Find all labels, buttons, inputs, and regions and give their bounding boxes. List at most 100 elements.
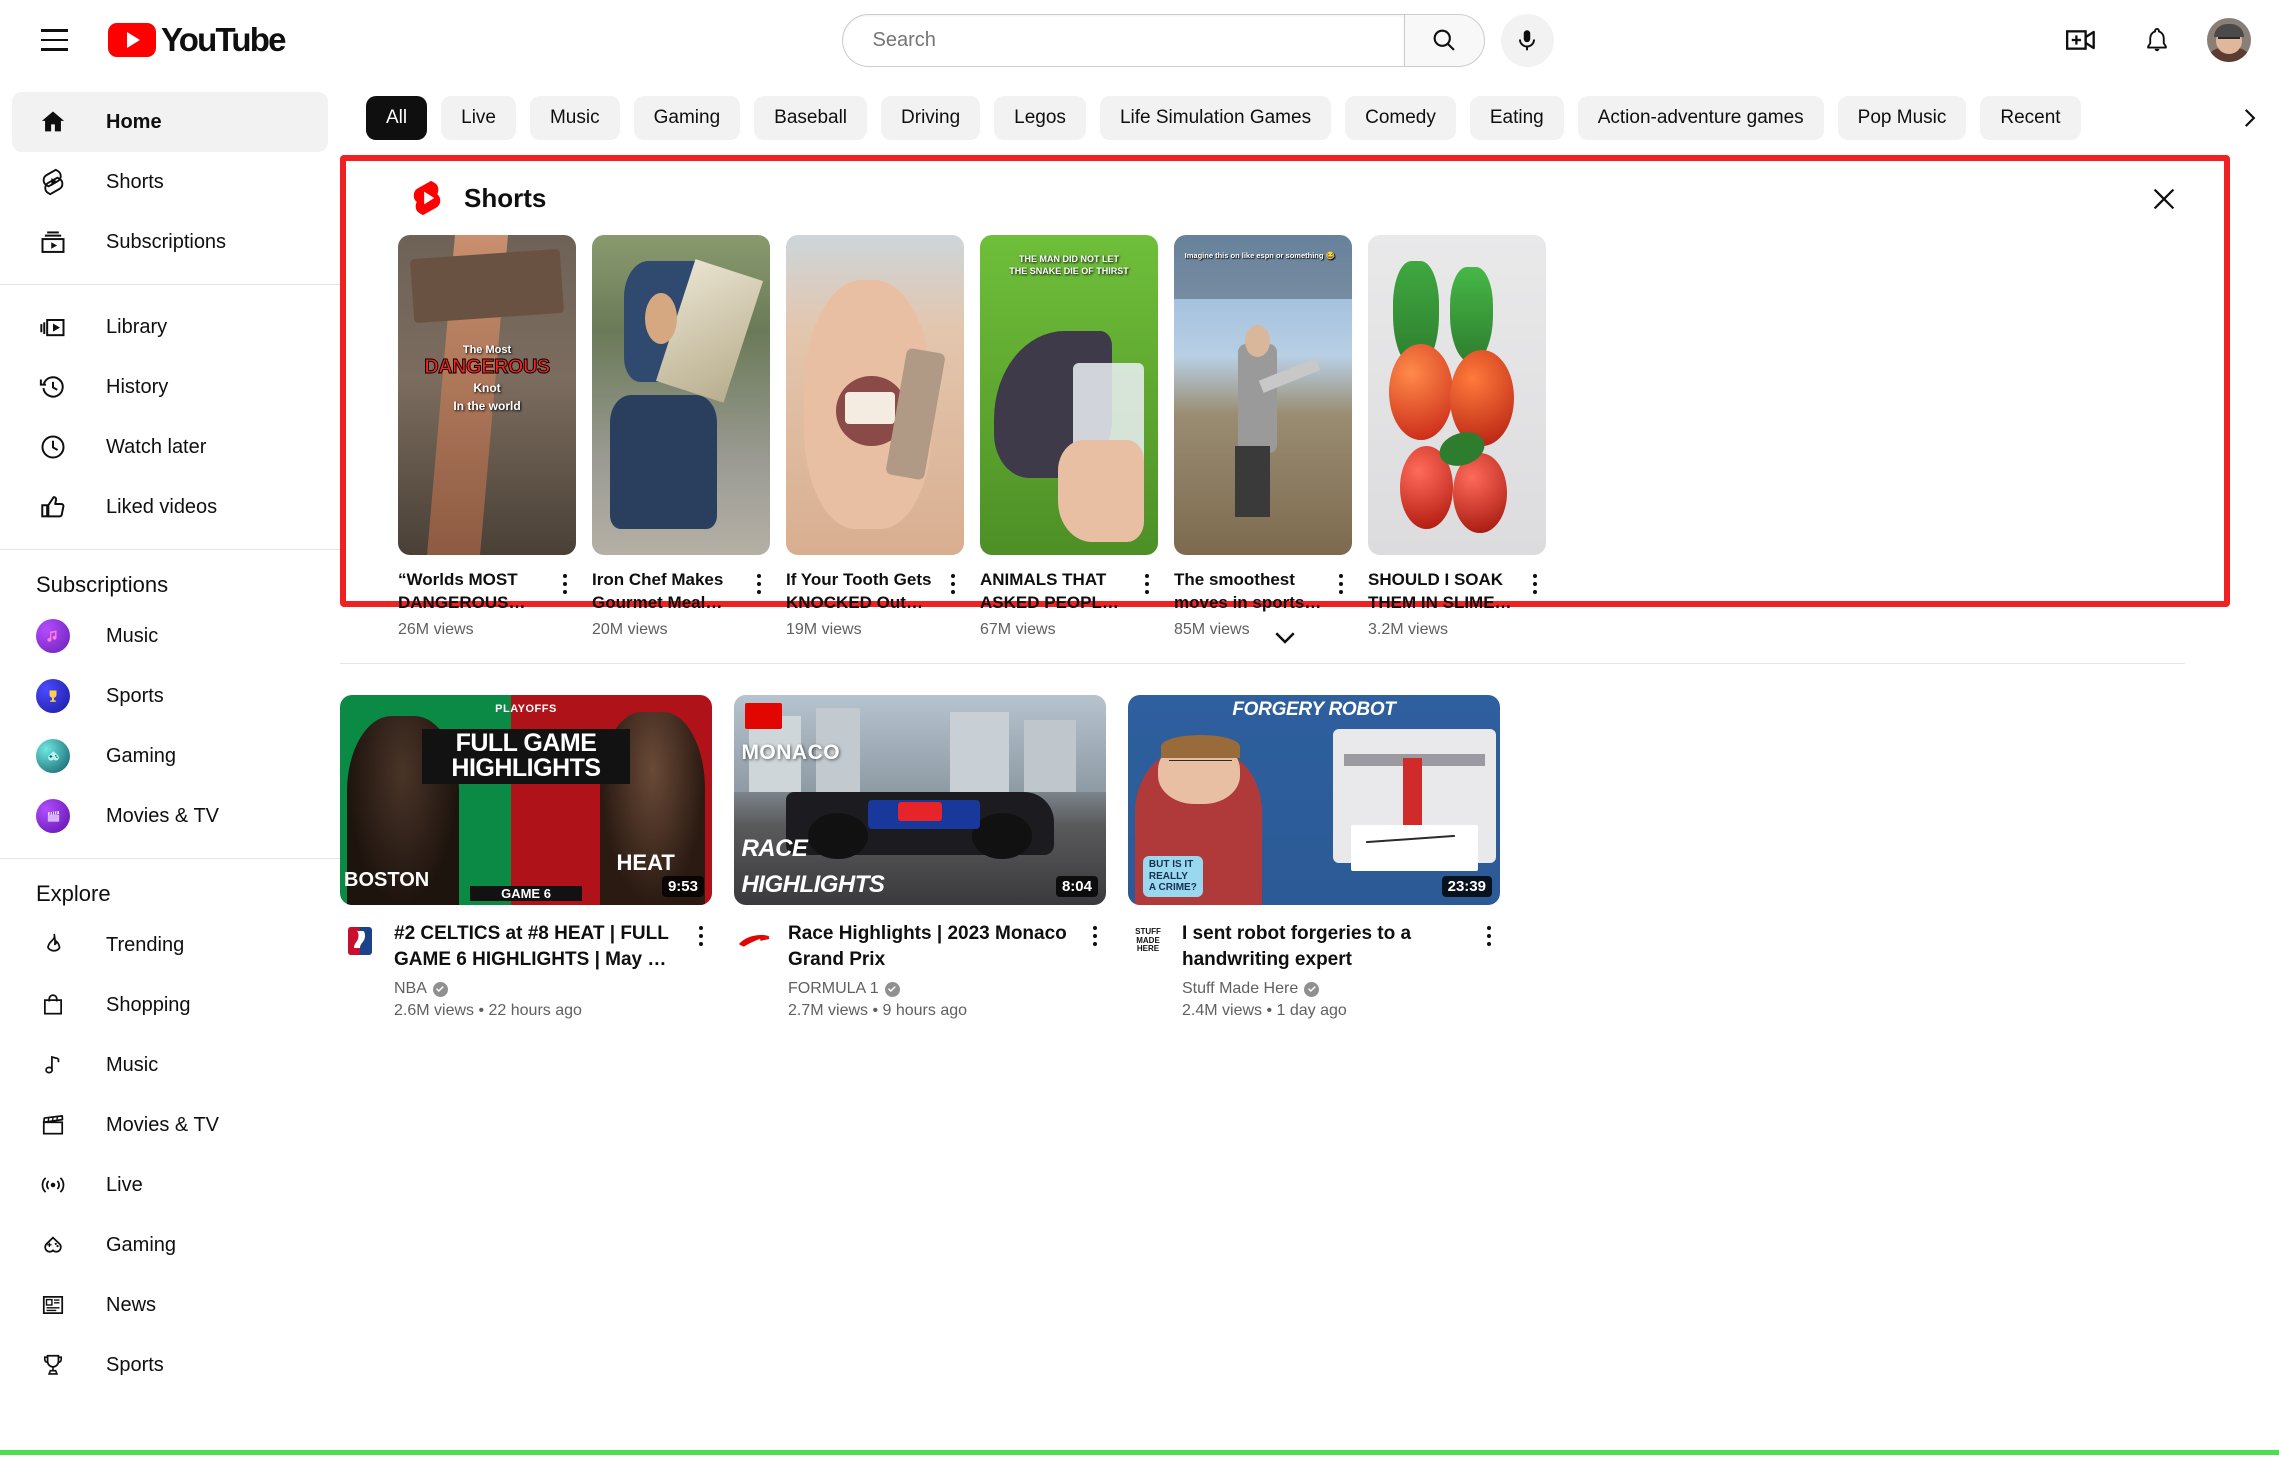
chip-pop-music[interactable]: Pop Music <box>1838 96 1967 140</box>
chip-driving[interactable]: Driving <box>881 96 980 140</box>
sidebar-primary-group: Home Shorts Subscriptions <box>0 92 340 272</box>
trophy-icon <box>36 679 70 713</box>
topbar-center-group <box>340 14 2055 67</box>
chip-all[interactable]: All <box>366 96 427 140</box>
search-button[interactable] <box>1404 14 1485 67</box>
video-menu-icon[interactable] <box>1478 921 1500 1020</box>
verified-badge-icon <box>885 982 900 997</box>
sidebar-item-movies-tv[interactable]: Movies & TV <box>12 1095 328 1155</box>
sidebar-item-shopping[interactable]: Shopping <box>12 975 328 1035</box>
short-card[interactable]: THE MAN DID NOT LET THE SNAKE DIE OF THI… <box>980 235 1158 639</box>
search-input[interactable] <box>873 29 1404 52</box>
sidebar-item-music[interactable]: Music <box>12 1035 328 1095</box>
video-thumbnail[interactable]: PLAYOFFS FULL GAME HIGHLIGHTS BOSTON HEA… <box>340 695 712 905</box>
short-title: If Your Tooth Gets KNOCKED Out Use… <box>786 569 934 615</box>
sidebar-item-watch-later[interactable]: Watch later <box>12 417 328 477</box>
newspaper-icon <box>36 1288 70 1322</box>
video-menu-icon[interactable] <box>1084 921 1106 1020</box>
video-title[interactable]: #2 CELTICS at #8 HEAT | FULL GAME 6 HIGH… <box>394 921 676 972</box>
sidebar-item-trending[interactable]: Trending <box>12 915 328 975</box>
close-icon[interactable] <box>2140 175 2188 223</box>
youtube-logo[interactable]: YouTube <box>108 21 285 59</box>
short-card[interactable]: Imagine this on like espn or something 😂… <box>1174 235 1352 639</box>
short-thumbnail[interactable]: Imagine this on like espn or something 😂 <box>1174 235 1352 555</box>
account-avatar[interactable] <box>2207 18 2251 62</box>
sidebar-label: Trending <box>106 934 184 957</box>
page-bottom-highlight <box>0 1450 2279 1455</box>
sidebar-item-sub-sports[interactable]: Sports <box>12 666 328 726</box>
video-grid: PLAYOFFS FULL GAME HIGHLIGHTS BOSTON HEA… <box>340 695 2230 1020</box>
sidebar-item-sub-gaming[interactable]: Gaming <box>12 726 328 786</box>
sidebar-item-subscriptions[interactable]: Subscriptions <box>12 212 328 272</box>
short-title: The smoothest moves in sports… <box>1174 569 1322 615</box>
sidebar-label: Music <box>106 625 158 648</box>
video-channel[interactable]: FORMULA 1 <box>788 972 1070 998</box>
trophy-icon <box>36 1348 70 1382</box>
sidebar-item-shorts[interactable]: Shorts <box>12 152 328 212</box>
short-thumbnail[interactable] <box>592 235 770 555</box>
video-card[interactable]: FORGERY ROBOT BUT IS IT REALLY A CRIME? … <box>1128 695 1500 1020</box>
chip-life-simulation-games[interactable]: Life Simulation Games <box>1100 96 1331 140</box>
video-stats: 2.7M views • 9 hours ago <box>788 998 1070 1020</box>
short-card[interactable]: Iron Chef Makes Gourmet Meal In… 20M vie… <box>592 235 770 639</box>
chip-action-adventure-games[interactable]: Action-adventure games <box>1578 96 1824 140</box>
chip-live[interactable]: Live <box>441 96 516 140</box>
notifications-button[interactable] <box>2131 14 2183 66</box>
chips-next-button[interactable] <box>2227 96 2271 140</box>
sidebar-item-home[interactable]: Home <box>12 92 328 152</box>
channel-avatar[interactable] <box>340 921 380 961</box>
sidebar-item-library[interactable]: Library <box>12 297 328 357</box>
chip-gaming[interactable]: Gaming <box>634 96 741 140</box>
video-title[interactable]: I sent robot forgeries to a handwriting … <box>1182 921 1464 972</box>
sidebar-item-gaming[interactable]: Gaming <box>12 1215 328 1275</box>
home-icon <box>36 105 70 139</box>
bell-icon <box>2143 26 2171 54</box>
short-card[interactable]: If Your Tooth Gets KNOCKED Out Use… 19M … <box>786 235 964 639</box>
youtube-play-icon <box>108 23 156 57</box>
microphone-icon <box>1514 27 1540 53</box>
short-thumbnail[interactable]: The Most DANGEROUS Knot In the world <box>398 235 576 555</box>
thumb-text: FORGERY ROBOT <box>1135 699 1492 721</box>
short-card[interactable]: The Most DANGEROUS Knot In the world “Wo… <box>398 235 576 639</box>
video-channel[interactable]: Stuff Made Here <box>1182 972 1464 998</box>
chip-recent[interactable]: Recent <box>1980 96 2080 140</box>
chip-legos[interactable]: Legos <box>994 96 1086 140</box>
chip-music[interactable]: Music <box>530 96 620 140</box>
video-menu-icon[interactable] <box>690 921 712 1020</box>
voice-search-button[interactable] <box>1501 14 1554 67</box>
chip-comedy[interactable]: Comedy <box>1345 96 1456 140</box>
video-channel[interactable]: NBA <box>394 972 676 998</box>
thumb-text: FULL GAME <box>422 731 630 757</box>
video-thumbnail[interactable]: MONACO RACE HIGHLIGHTS 8:04 <box>734 695 1106 905</box>
short-card[interactable]: SHOULD I SOAK THEM IN SLIME… 3.2M views <box>1368 235 1546 639</box>
shorts-carousel[interactable]: The Most DANGEROUS Knot In the world “Wo… <box>346 235 2224 639</box>
video-thumbnail[interactable]: FORGERY ROBOT BUT IS IT REALLY A CRIME? … <box>1128 695 1500 905</box>
video-card[interactable]: MONACO RACE HIGHLIGHTS 8:04 Race Highlig… <box>734 695 1106 1020</box>
sidebar-item-sub-music[interactable]: Music <box>12 606 328 666</box>
category-chip-bar[interactable]: All Live Music Gaming Baseball Driving L… <box>340 80 2279 155</box>
sidebar-item-news[interactable]: News <box>12 1275 328 1335</box>
channel-avatar[interactable]: STUFF MADE HERE <box>1128 921 1168 961</box>
thumbs-up-icon <box>36 490 70 524</box>
clock-icon <box>36 430 70 464</box>
short-thumbnail[interactable]: THE MAN DID NOT LET THE SNAKE DIE OF THI… <box>980 235 1158 555</box>
video-title[interactable]: Race Highlights | 2023 Monaco Grand Prix <box>788 921 1070 972</box>
create-video-button[interactable] <box>2055 14 2107 66</box>
chip-baseball[interactable]: Baseball <box>754 96 867 140</box>
chip-eating[interactable]: Eating <box>1470 96 1564 140</box>
shorts-expand-button[interactable] <box>340 615 2230 659</box>
sidebar-label: Movies & TV <box>106 805 219 828</box>
sidebar-item-history[interactable]: History <box>12 357 328 417</box>
sidebar-item-sub-movies-tv[interactable]: Movies & TV <box>12 786 328 846</box>
sidebar-item-liked-videos[interactable]: Liked videos <box>12 477 328 537</box>
short-thumbnail[interactable] <box>786 235 964 555</box>
short-thumbnail[interactable] <box>1368 235 1546 555</box>
hamburger-menu-icon[interactable] <box>24 10 84 70</box>
shopping-bag-icon <box>36 988 70 1022</box>
video-card[interactable]: PLAYOFFS FULL GAME HIGHLIGHTS BOSTON HEA… <box>340 695 712 1020</box>
sidebar-item-live[interactable]: Live <box>12 1155 328 1215</box>
sidebar-item-sports[interactable]: Sports <box>12 1335 328 1395</box>
channel-avatar[interactable] <box>734 921 774 961</box>
channel-name: FORMULA 1 <box>788 980 879 998</box>
search-input-wrapper[interactable] <box>842 14 1404 67</box>
